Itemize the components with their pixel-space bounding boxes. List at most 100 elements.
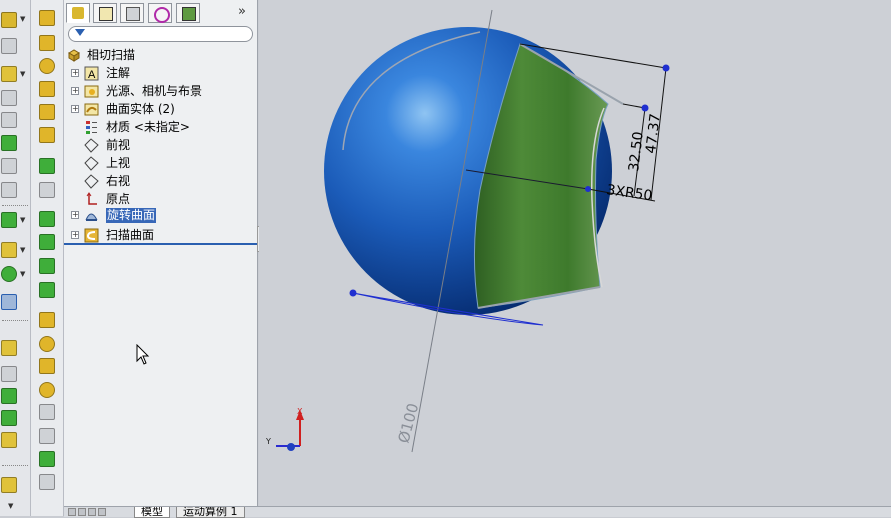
prev-tab-icon[interactable] (78, 508, 86, 516)
sweep-boss-icon[interactable] (39, 58, 55, 74)
trim-icon[interactable] (1, 432, 17, 448)
revolve-surface-icon (85, 213, 98, 221)
boundary-boss-icon[interactable] (39, 104, 55, 120)
lights-cameras-icon (84, 85, 99, 98)
sweep-surface-icon (84, 228, 99, 243)
pattern-icon[interactable] (1, 212, 17, 228)
tree-item-label: 右视 (106, 174, 131, 188)
tab-property-manager[interactable] (93, 3, 117, 23)
dropdown-arrow-icon[interactable]: ▼ (20, 70, 25, 78)
triad-y-label: Y (265, 437, 271, 446)
extruded-surface-icon[interactable] (1, 12, 17, 28)
extrude-boss-icon[interactable] (39, 10, 55, 26)
part-icon (68, 49, 80, 62)
rollback-bar[interactable] (64, 243, 257, 245)
tree-item-label: 注解 (106, 66, 131, 80)
plane-icon (84, 174, 99, 189)
last-tab-icon[interactable] (98, 508, 106, 516)
annotations-icon: A (84, 66, 99, 81)
tree-filter-input[interactable] (68, 26, 253, 42)
curves-icon[interactable] (1, 266, 17, 282)
offset-surface-icon[interactable] (1, 182, 17, 198)
reference-geometry-icon[interactable] (1, 242, 17, 258)
tab-dimxpert-manager[interactable] (148, 3, 172, 23)
tree-item-label: 光源、相机与布景 (106, 84, 203, 98)
linear-pattern-icon[interactable] (39, 428, 55, 444)
model-viewport[interactable]: 32.50 47.37 3XR50 Ø100 X Y (259, 0, 891, 506)
dimxpert-icon (154, 7, 170, 23)
property-icon (99, 7, 113, 21)
flex-icon[interactable] (39, 336, 55, 352)
chamfer-icon[interactable] (39, 158, 55, 174)
draft-icon[interactable] (39, 234, 55, 250)
dropdown-arrow-icon[interactable]: ▼ (20, 15, 25, 23)
surface-bodies-icon (84, 103, 99, 116)
tab-feature-manager[interactable] (66, 3, 90, 23)
plane-icon (84, 138, 99, 153)
mirror-icon[interactable] (39, 404, 55, 420)
sketch-icon[interactable] (1, 340, 17, 356)
reference-triad: X Y (265, 407, 304, 451)
triad-x-label: X (297, 407, 303, 416)
point-icon[interactable] (1, 388, 17, 404)
bottom-tab-bar: 模型 运动算例 1 (64, 506, 891, 518)
tab-display-manager[interactable] (176, 3, 200, 23)
feature-manager-panel: » 相切扫描 + A 注解 + 光源、相机与布景 + 曲面实体 (2) 材质 <… (64, 0, 258, 506)
tab-model[interactable]: 模型 (134, 507, 170, 518)
filled-surface-icon[interactable] (1, 135, 17, 151)
dimension-3xr50[interactable]: 3XR50 (605, 182, 653, 204)
origin-icon (86, 192, 97, 205)
planar-surface-icon[interactable] (1, 158, 17, 174)
expand-icon[interactable]: + (71, 87, 79, 95)
mouse-cursor-icon (136, 344, 150, 365)
wrap-icon[interactable] (39, 282, 55, 298)
tree-item-label: 曲面实体 (2) (106, 102, 175, 116)
spline-icon[interactable] (1, 410, 17, 426)
line-icon[interactable] (1, 366, 17, 382)
more-tools-arrow-icon[interactable]: ▼ (8, 502, 13, 510)
revolved-surface-icon[interactable] (1, 38, 17, 54)
dropdown-arrow-icon[interactable]: ▼ (20, 246, 25, 254)
feature-tree-icon (72, 7, 84, 19)
expand-icon[interactable]: + (71, 211, 79, 219)
revolve-boss-icon[interactable] (39, 35, 55, 51)
curve-driven-pattern-icon[interactable] (39, 474, 55, 490)
configuration-icon (126, 7, 140, 21)
tab-configuration-manager[interactable] (120, 3, 144, 23)
hole-icon[interactable] (39, 258, 55, 274)
tree-item-label: 前视 (106, 138, 131, 152)
next-tab-icon[interactable] (88, 508, 96, 516)
dropdown-arrow-icon[interactable]: ▼ (20, 270, 25, 278)
deform-icon[interactable] (39, 358, 55, 374)
smart-dimension-icon[interactable] (1, 477, 17, 493)
display-icon (182, 7, 196, 21)
expand-icon[interactable]: + (71, 69, 79, 77)
dimension-diameter-100[interactable]: Ø100 (394, 401, 422, 445)
dome-icon[interactable] (39, 312, 55, 328)
dropdown-arrow-icon[interactable]: ▼ (20, 216, 25, 224)
shell-icon[interactable] (39, 211, 55, 227)
more-tabs-chevron-icon[interactable]: » (238, 4, 246, 19)
tab-motion-study[interactable]: 运动算例 1 (176, 507, 245, 518)
dimension-47-37[interactable]: 47.37 (643, 113, 664, 155)
tree-item-label: 上视 (106, 156, 131, 170)
svg-text:A: A (88, 69, 96, 81)
filter-icon (75, 29, 85, 36)
intersect-icon[interactable] (39, 382, 55, 398)
first-tab-icon[interactable] (68, 508, 76, 516)
plane-icon (84, 156, 99, 171)
loft-boss-icon[interactable] (39, 81, 55, 97)
graphics-area[interactable]: 32.50 47.37 3XR50 Ø100 X Y (259, 0, 891, 506)
swept-surface-icon[interactable] (1, 66, 17, 82)
boundary-surface-icon[interactable] (1, 112, 17, 128)
features-toolbar (31, 0, 64, 516)
fillet-icon[interactable] (39, 127, 55, 143)
expand-icon[interactable]: + (71, 105, 79, 113)
lofted-surface-icon[interactable] (1, 90, 17, 106)
instant3d-icon[interactable] (1, 294, 17, 310)
rib-icon[interactable] (39, 182, 55, 198)
expand-icon[interactable]: + (71, 231, 79, 239)
tree-item-label: 旋转曲面 (106, 208, 157, 223)
tree-root-label: 相切扫描 (87, 48, 136, 62)
circular-pattern-icon[interactable] (39, 451, 55, 467)
